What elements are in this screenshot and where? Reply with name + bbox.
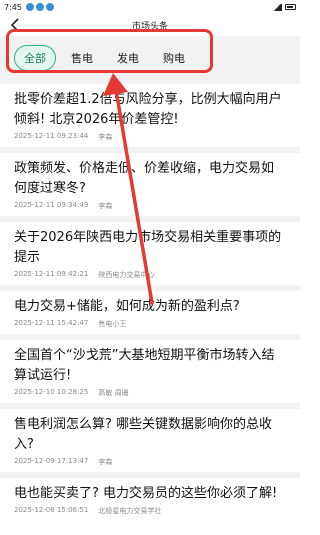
- list-item[interactable]: 政策频发、价格走低、价差收缩，电力交易如何度过寒冬? 2025-12-11 09…: [0, 153, 300, 216]
- article-author: 李森: [98, 133, 113, 141]
- article-title: 批零价差超1.2倍与风险分享，比例大幅向用户倾斜! 北京2026年价差管控!: [14, 92, 282, 127]
- list-item[interactable]: 电力交易+储能，如何成为新的盈利点? 2025-12-11 15:42:47 售电…: [0, 291, 300, 334]
- article-title: 电也能买卖了? 电力交易员的这些你必须了解!: [14, 486, 278, 501]
- highlight-box: [6, 29, 213, 73]
- status-bar: 7:45: [0, 0, 300, 14]
- article-author: 陕西电力交易中心: [98, 271, 155, 279]
- article-title: 电力交易+储能，如何成为新的盈利点?: [14, 299, 240, 314]
- list-item[interactable]: 关于2026年陕西电力市场交易相关重要事项的提示 2025-12-11 09:4…: [0, 222, 300, 285]
- article-date: 2025-12-10 10:28:25: [14, 388, 89, 396]
- article-title: 售电利润怎么算? 哪些关键数据影响你的总收入?: [14, 417, 273, 452]
- list-item[interactable]: 售电利润怎么算? 哪些关键数据影响你的总收入? 2025-12-09 17:13…: [0, 409, 300, 472]
- article-title: 政策频发、价格走低、价差收缩，电力交易如何度过寒冬?: [14, 161, 275, 196]
- status-time: 7:45: [4, 2, 22, 12]
- article-author: 高敏 周珊: [98, 389, 129, 397]
- article-date: 2025-12-11 09:42:21: [14, 270, 89, 278]
- battery-icon: [285, 4, 296, 10]
- list-item[interactable]: 批零价差超1.2倍与风险分享，比例大幅向用户倾斜! 北京2026年价差管控! 2…: [0, 84, 300, 147]
- article-author: 北极星电力交易学社: [98, 507, 162, 515]
- article-author: 售电小王: [98, 320, 127, 328]
- article-date: 2025-12-11 15:42:47: [14, 319, 89, 327]
- article-list: 批零价差超1.2倍与风险分享，比例大幅向用户倾斜! 北京2026年价差管控! 2…: [0, 80, 300, 521]
- article-author: 李森: [98, 202, 113, 210]
- article-date: 2025-12-11 09:34:49: [14, 201, 89, 209]
- notification-icon: [25, 3, 34, 11]
- list-item[interactable]: 电也能买卖了? 电力交易员的这些你必须了解! 2025-12-08 15:06:…: [0, 478, 300, 521]
- article-date: 2025-12-11 09:23:44: [14, 132, 89, 140]
- article-date: 2025-12-08 15:06:51: [14, 506, 89, 514]
- notification-icon: [45, 3, 54, 11]
- article-title: 关于2026年陕西电力市场交易相关重要事项的提示: [14, 230, 282, 265]
- signal-icon: [272, 3, 282, 11]
- article-author: 李森: [98, 458, 113, 466]
- article-title: 全国首个“沙戈荒”大基地短期平衡市场转入结算试运行!: [14, 348, 275, 383]
- article-date: 2025-12-09 17:13:47: [14, 457, 89, 465]
- list-item[interactable]: 全国首个“沙戈荒”大基地短期平衡市场转入结算试运行! 2025-12-10 10…: [0, 340, 300, 403]
- notification-icon: [35, 3, 44, 11]
